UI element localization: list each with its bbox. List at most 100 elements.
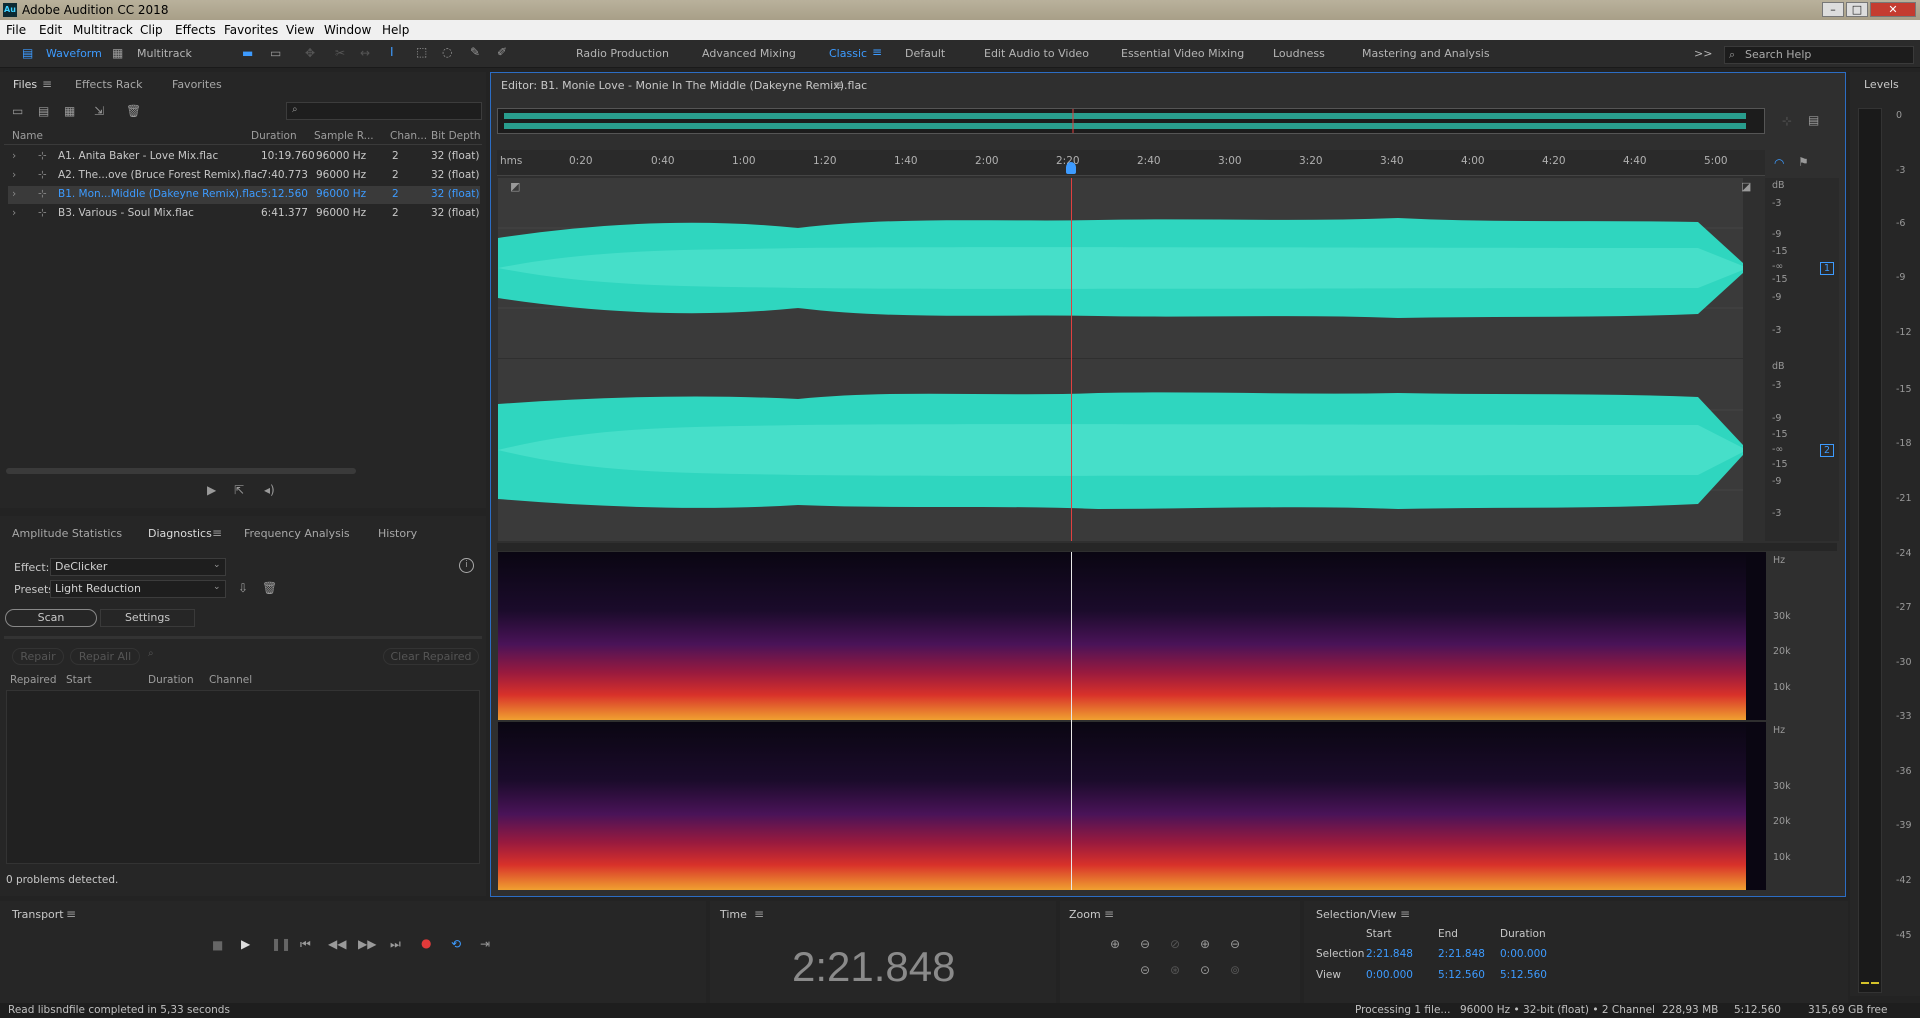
zoom-icon[interactable]: ⌕ — [148, 648, 154, 659]
effect-select[interactable]: DeClicker — [50, 558, 226, 576]
minimize-icon[interactable]: – — [1822, 2, 1844, 17]
spectral-splitter[interactable] — [497, 543, 1837, 551]
selection-duration[interactable]: 0:00.000 — [1500, 948, 1547, 960]
info-icon[interactable]: i — [459, 558, 474, 573]
panel-menu-icon[interactable]: ≡ — [754, 907, 764, 921]
horizontal-scrollbar[interactable] — [6, 468, 356, 474]
play-icon[interactable]: ▶ — [241, 937, 250, 951]
play-icon[interactable]: ▶ — [207, 483, 216, 497]
repair-all-button[interactable]: Repair All — [70, 648, 140, 665]
col-start[interactable]: Start — [66, 674, 92, 686]
splitter[interactable] — [4, 636, 482, 639]
workspace-essential-video-mixing[interactable]: Essential Video Mixing — [1121, 47, 1244, 60]
loop-icon[interactable]: ⇱ — [234, 483, 244, 497]
playhead-handle[interactable] — [1066, 162, 1076, 174]
brush-tool-icon[interactable]: ✎ — [470, 45, 480, 59]
scan-button[interactable]: Scan — [5, 609, 97, 627]
multitrack-button[interactable]: Multitrack — [137, 47, 192, 60]
fast-forward-icon[interactable]: ▶▶ — [358, 937, 376, 951]
delete-preset-icon[interactable]: 🗑 — [262, 581, 277, 595]
selection-start[interactable]: 2:21.848 — [1366, 948, 1413, 960]
view-start[interactable]: 0:00.000 — [1366, 969, 1413, 981]
menu-window[interactable]: Window — [324, 23, 371, 37]
workspace-mastering[interactable]: Mastering and Analysis — [1362, 47, 1490, 60]
menu-favorites[interactable]: Favorites — [224, 23, 278, 37]
headphones-icon[interactable]: ◠ — [1774, 156, 1784, 170]
new-file-icon[interactable]: ▦ — [64, 104, 75, 118]
spot-healing-icon[interactable]: ✐ — [497, 45, 507, 59]
zoom-out-time-icon[interactable]: ⊖ — [1230, 937, 1240, 951]
col-repaired[interactable]: Repaired — [10, 674, 57, 686]
zoom-out-amplitude-icon[interactable]: ⊖ — [1140, 937, 1150, 951]
zoom-out-full-icon[interactable]: ⊝ — [1140, 963, 1150, 977]
skip-back-icon[interactable]: ⏮ — [300, 937, 311, 952]
zoom-selection-icon[interactable]: ⊛ — [1170, 963, 1180, 977]
panel-menu-icon[interactable]: ≡ — [833, 78, 843, 92]
tab-files[interactable]: Files — [13, 78, 37, 91]
waveform-view-icon[interactable]: ▬ — [242, 46, 253, 60]
clear-repaired-button[interactable]: Clear Repaired — [383, 648, 479, 665]
skip-selection-icon[interactable]: ⇥ — [480, 937, 490, 951]
col-duration[interactable]: Duration — [251, 130, 297, 142]
presets-select[interactable]: Light Reduction — [50, 580, 226, 598]
fade-in-icon[interactable]: ◩ — [510, 180, 520, 193]
zoom-in-time-icon[interactable]: ⊕ — [1200, 937, 1210, 951]
menu-view[interactable]: View — [286, 23, 314, 37]
file-row-selected[interactable]: › ⊹ B1. Mon...Middle (Dakeyne Remix).flac… — [8, 186, 480, 204]
col-duration[interactable]: Duration — [148, 674, 194, 686]
col-channels[interactable]: Chan... — [390, 130, 427, 142]
tab-diagnostics[interactable]: Diagnostics — [148, 527, 212, 540]
problems-list[interactable] — [6, 690, 480, 864]
panel-menu-icon[interactable]: ≡ — [1400, 907, 1410, 921]
view-duration[interactable]: 5:12.560 — [1500, 969, 1547, 981]
marker-icon[interactable]: ⚑ — [1798, 155, 1809, 169]
more-workspaces-button[interactable]: >> — [1694, 47, 1712, 60]
speaker-icon[interactable]: ◂) — [264, 483, 275, 497]
spectrogram-channel-1[interactable] — [498, 552, 1766, 720]
channel-badge[interactable]: 1 — [1820, 262, 1835, 275]
search-help-input[interactable]: Search Help — [1724, 46, 1914, 64]
channel-badge[interactable]: 2 — [1820, 444, 1835, 457]
workspace-edit-audio-to-video[interactable]: Edit Audio to Video — [984, 47, 1089, 60]
selection-end[interactable]: 2:21.848 — [1438, 948, 1485, 960]
workspace-advanced-mixing[interactable]: Advanced Mixing — [702, 47, 796, 60]
loop-icon[interactable]: ⟲ — [451, 937, 461, 951]
menu-help[interactable]: Help — [382, 23, 409, 37]
panel-menu-icon[interactable]: ≡ — [66, 907, 76, 921]
close-icon[interactable]: ✕ — [1870, 2, 1916, 17]
zoom-reset-icon[interactable]: ⊘ — [1170, 937, 1180, 951]
panel-menu-icon[interactable]: ≡ — [1104, 907, 1114, 921]
tab-history[interactable]: History — [378, 527, 417, 540]
repair-button[interactable]: Repair — [12, 648, 64, 665]
col-channel[interactable]: Channel — [209, 674, 252, 686]
waveform-channel-1[interactable] — [498, 178, 1743, 358]
import-icon[interactable]: ▤ — [38, 104, 49, 118]
zoom-fit-icon[interactable]: ⊹ — [1782, 114, 1792, 128]
zoom-in-point-icon[interactable]: ⊙ — [1200, 963, 1210, 977]
waveform-channel-2[interactable] — [498, 359, 1743, 541]
menu-edit[interactable]: Edit — [39, 23, 62, 37]
maximize-icon[interactable]: □ — [1846, 2, 1868, 17]
pause-icon[interactable]: ❚❚ — [271, 937, 291, 951]
view-end[interactable]: 5:12.560 — [1438, 969, 1485, 981]
insert-icon[interactable]: ⇲ — [94, 104, 104, 118]
time-selection-tool-icon[interactable]: I — [390, 45, 394, 59]
menu-file[interactable]: File — [6, 23, 26, 37]
menu-clip[interactable]: Clip — [140, 23, 163, 37]
record-icon[interactable]: ● — [421, 936, 431, 950]
stop-icon[interactable]: ■ — [212, 938, 223, 952]
waveform-button[interactable]: Waveform — [46, 47, 102, 60]
workspace-loudness[interactable]: Loudness — [1273, 47, 1325, 60]
rewind-icon[interactable]: ◀◀ — [328, 937, 346, 951]
time-ruler[interactable] — [497, 150, 1765, 176]
zoom-out-point-icon[interactable]: ⊚ — [1230, 963, 1240, 977]
file-row[interactable]: › ⊹ A1. Anita Baker - Love Mix.flac 10:19… — [8, 148, 480, 166]
file-row[interactable]: › ⊹ B3. Various - Soul Mix.flac 6:41.377 … — [8, 205, 480, 223]
col-bit-depth[interactable]: Bit Depth — [431, 130, 481, 142]
overview-navigator[interactable] — [497, 108, 1765, 134]
lasso-tool-icon[interactable]: ◌ — [442, 45, 452, 59]
fade-out-icon[interactable]: ◪ — [1741, 180, 1751, 193]
tab-frequency-analysis[interactable]: Frequency Analysis — [244, 527, 350, 540]
menu-effects[interactable]: Effects — [175, 23, 216, 37]
panel-menu-icon[interactable]: ≡ — [212, 526, 222, 540]
